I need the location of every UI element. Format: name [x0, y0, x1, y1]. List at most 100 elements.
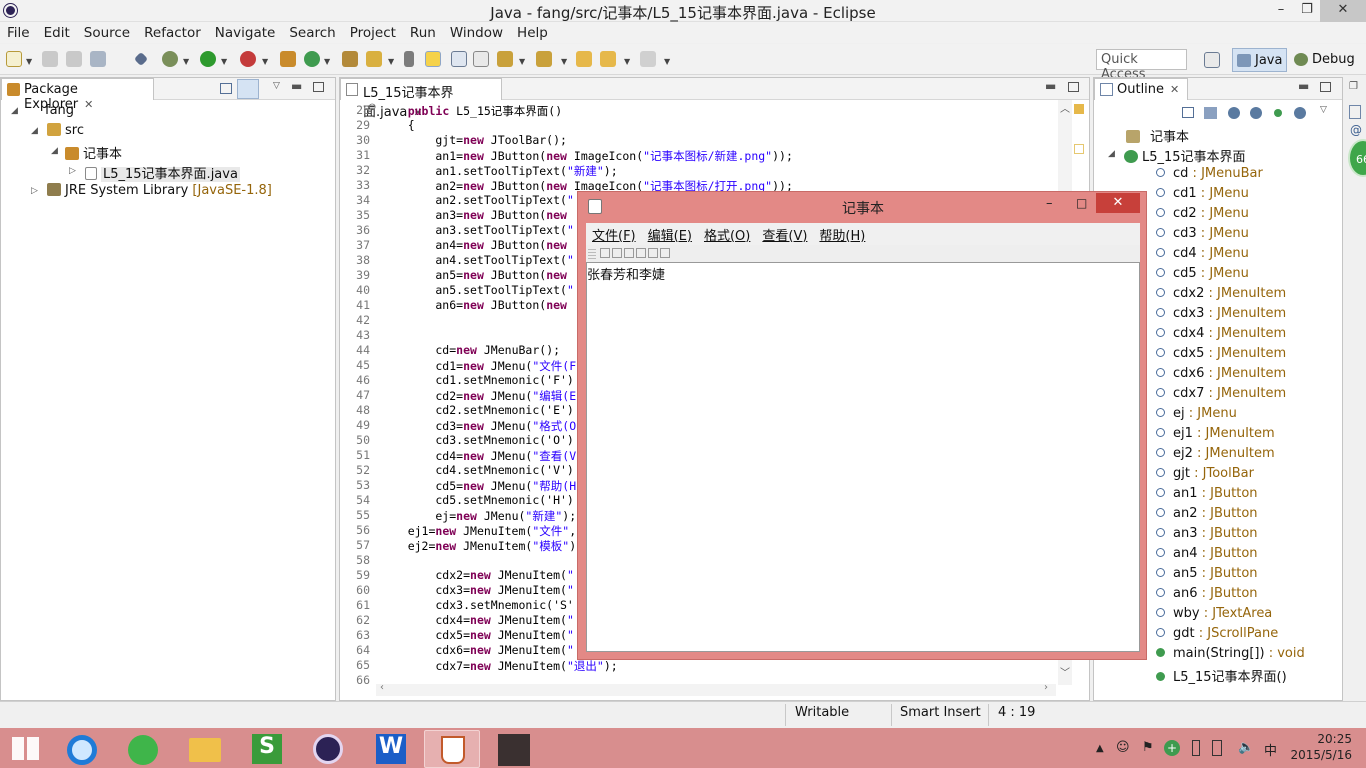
sort-icon[interactable] — [1204, 107, 1217, 119]
outline-member[interactable]: L5_15记事本界面() — [1156, 666, 1287, 686]
new-java-project-icon[interactable] — [280, 51, 296, 67]
code-line[interactable]: cdx2=new JMenuItem(" — [380, 568, 574, 582]
next-annotation-icon[interactable] — [497, 51, 513, 67]
search-icon[interactable] — [366, 51, 382, 67]
scroll-right-icon[interactable]: › — [1044, 682, 1048, 693]
code-line[interactable]: cd5=new JMenu("帮助(H) — [380, 478, 583, 494]
tray-battery-icon[interactable] — [1192, 740, 1200, 756]
code-line[interactable]: an4.setToolTipText(" — [380, 253, 574, 267]
outline-package[interactable]: 记事本 — [1126, 126, 1189, 146]
view-menu-icon[interactable]: ▽ — [1320, 105, 1327, 115]
scroll-up-icon[interactable]: ︿ — [1060, 100, 1070, 115]
collapse-all-icon[interactable] — [220, 83, 232, 94]
notepad-menu-view[interactable]: 查看(V) — [756, 225, 813, 244]
save-all-icon[interactable] — [66, 51, 82, 67]
tray-expand-icon[interactable]: ▲ — [1096, 743, 1104, 754]
skip-breakpoints-icon[interactable] — [133, 51, 149, 67]
code-line[interactable]: public L5_15记事本界面() — [380, 103, 562, 119]
close-button[interactable]: ✕ — [1320, 0, 1366, 22]
menu-help[interactable]: Help — [510, 25, 555, 41]
maximize-view-icon[interactable] — [1320, 82, 1331, 92]
minimize-view-icon[interactable]: ▬ — [291, 79, 302, 93]
forward-dropdown-icon[interactable]: ▼ — [664, 57, 670, 66]
code-line[interactable]: cd4=new JMenu("查看(V) — [380, 448, 583, 464]
expand-icon[interactable]: ◢ — [31, 126, 38, 136]
fold-marker-icon[interactable]: ⊖ — [368, 102, 376, 113]
outline-member[interactable]: wby : JTextArea — [1156, 606, 1272, 626]
tray-user-icon[interactable]: ☺ — [1116, 740, 1130, 755]
outline-member[interactable]: cd1 : JMenu — [1156, 186, 1249, 206]
code-line[interactable]: gjt=new JToolBar(); — [380, 133, 567, 147]
taskbar-eclipse-icon[interactable] — [300, 730, 356, 768]
menu-window[interactable]: Window — [443, 25, 510, 41]
debug-dropdown-icon[interactable]: ▼ — [183, 57, 189, 66]
back-dropdown-icon[interactable]: ▼ — [624, 57, 630, 66]
notepad-maximize-button[interactable]: □ — [1076, 196, 1087, 210]
code-line[interactable]: cd3=new JMenu("格式(O) — [380, 418, 583, 434]
previous-annotation-dropdown-icon[interactable]: ▼ — [561, 57, 567, 66]
run-dropdown-icon[interactable]: ▼ — [221, 57, 227, 66]
new-class-icon[interactable] — [304, 51, 320, 67]
tab-package-explorer[interactable]: Package Explorer ✕ — [1, 78, 154, 112]
toolbar-grip-icon[interactable] — [588, 248, 596, 259]
new-button-icon[interactable] — [600, 248, 610, 258]
collapse-icon[interactable]: ▷ — [69, 166, 76, 176]
outline-member[interactable]: cd : JMenuBar — [1156, 166, 1263, 186]
outline-member[interactable]: an2 : JButton — [1156, 506, 1258, 526]
scroll-down-icon[interactable]: ﹀ — [1060, 664, 1070, 679]
minimize-editor-icon[interactable]: ▬ — [1045, 79, 1056, 93]
save-icon[interactable] — [42, 51, 58, 67]
horizontal-scrollbar[interactable]: ‹ › — [376, 682, 1056, 696]
outline-member[interactable]: an4 : JButton — [1156, 546, 1258, 566]
outline-member[interactable]: cdx6 : JMenuItem — [1156, 366, 1286, 386]
taskbar-wps-writer-icon[interactable]: W — [362, 730, 418, 768]
forward-icon[interactable] — [640, 51, 656, 67]
outline-member[interactable]: an1 : JButton — [1156, 486, 1258, 506]
search-dropdown-icon[interactable]: ▼ — [388, 57, 394, 66]
tray-network-icon[interactable] — [1212, 740, 1222, 756]
code-line[interactable]: an5.setToolTipText(" — [380, 283, 574, 297]
code-line[interactable]: cdx5=new JMenuItem(" — [380, 628, 574, 642]
code-line[interactable]: ej=new JMenu("新建"); — [380, 508, 576, 524]
menu-file[interactable]: File — [0, 25, 37, 41]
minimize-button[interactable]: – — [1268, 0, 1294, 22]
outline-member[interactable]: cdx3 : JMenuItem — [1156, 306, 1286, 326]
back-icon[interactable] — [600, 51, 616, 67]
code-line[interactable]: cdx6=new JMenuItem(" — [380, 643, 574, 657]
toggle-highlight-icon[interactable] — [425, 51, 441, 67]
menu-project[interactable]: Project — [343, 25, 403, 41]
close-tab-icon[interactable]: ✕ — [1170, 83, 1179, 96]
code-line[interactable]: ej2=new JMenuItem("模板"); — [380, 538, 583, 554]
quick-access-input[interactable]: Quick Access — [1096, 49, 1187, 82]
hide-static-icon[interactable] — [1250, 107, 1262, 119]
code-line[interactable]: an4=new JButton(new — [380, 238, 567, 252]
outline-member[interactable]: gdt : JScrollPane — [1156, 626, 1278, 646]
external-tools-dropdown-icon[interactable]: ▼ — [262, 57, 268, 66]
taskbar-explorer-icon[interactable] — [176, 730, 232, 768]
tray-flag-icon[interactable]: ⚑ — [1142, 740, 1154, 755]
code-line[interactable]: an3.setToolTipText(" — [380, 223, 574, 237]
perspective-java[interactable]: Java — [1232, 48, 1288, 72]
notepad-close-button[interactable]: ✕ — [1096, 193, 1140, 213]
tab-editor-file[interactable]: L5_15记事本界面.java ✕ — [340, 78, 502, 120]
save-button-icon[interactable] — [624, 248, 634, 258]
hide-non-public-icon[interactable] — [1274, 109, 1282, 117]
menu-navigate[interactable]: Navigate — [208, 25, 283, 41]
outline-member[interactable]: cd5 : JMenu — [1156, 266, 1249, 286]
paste-button-icon[interactable] — [660, 248, 670, 258]
maximize-editor-icon[interactable] — [1068, 82, 1079, 92]
taskbar-360-icon[interactable] — [114, 730, 170, 768]
notepad-menu-file[interactable]: 文件(F) — [586, 225, 642, 244]
notepad-text-area[interactable]: 张春芳和李婕 — [586, 262, 1140, 652]
outline-member[interactable]: cd2 : JMenu — [1156, 206, 1249, 226]
minimize-view-icon[interactable]: ▬ — [1298, 79, 1309, 93]
tree-package[interactable]: ◢ 记事本 — [51, 143, 122, 163]
outline-member[interactable]: cd4 : JMenu — [1156, 246, 1249, 266]
tab-outline[interactable]: Outline ✕ — [1094, 78, 1188, 100]
restore-icon[interactable]: ❐ — [1349, 81, 1358, 92]
view-menu-icon[interactable]: ▽ — [273, 81, 280, 91]
expand-icon[interactable]: ◢ — [1108, 149, 1115, 159]
outline-member[interactable]: main(String[]) : void — [1156, 646, 1305, 666]
show-whitespace-icon[interactable] — [473, 51, 489, 67]
perspective-debug[interactable]: Debug — [1290, 48, 1359, 72]
